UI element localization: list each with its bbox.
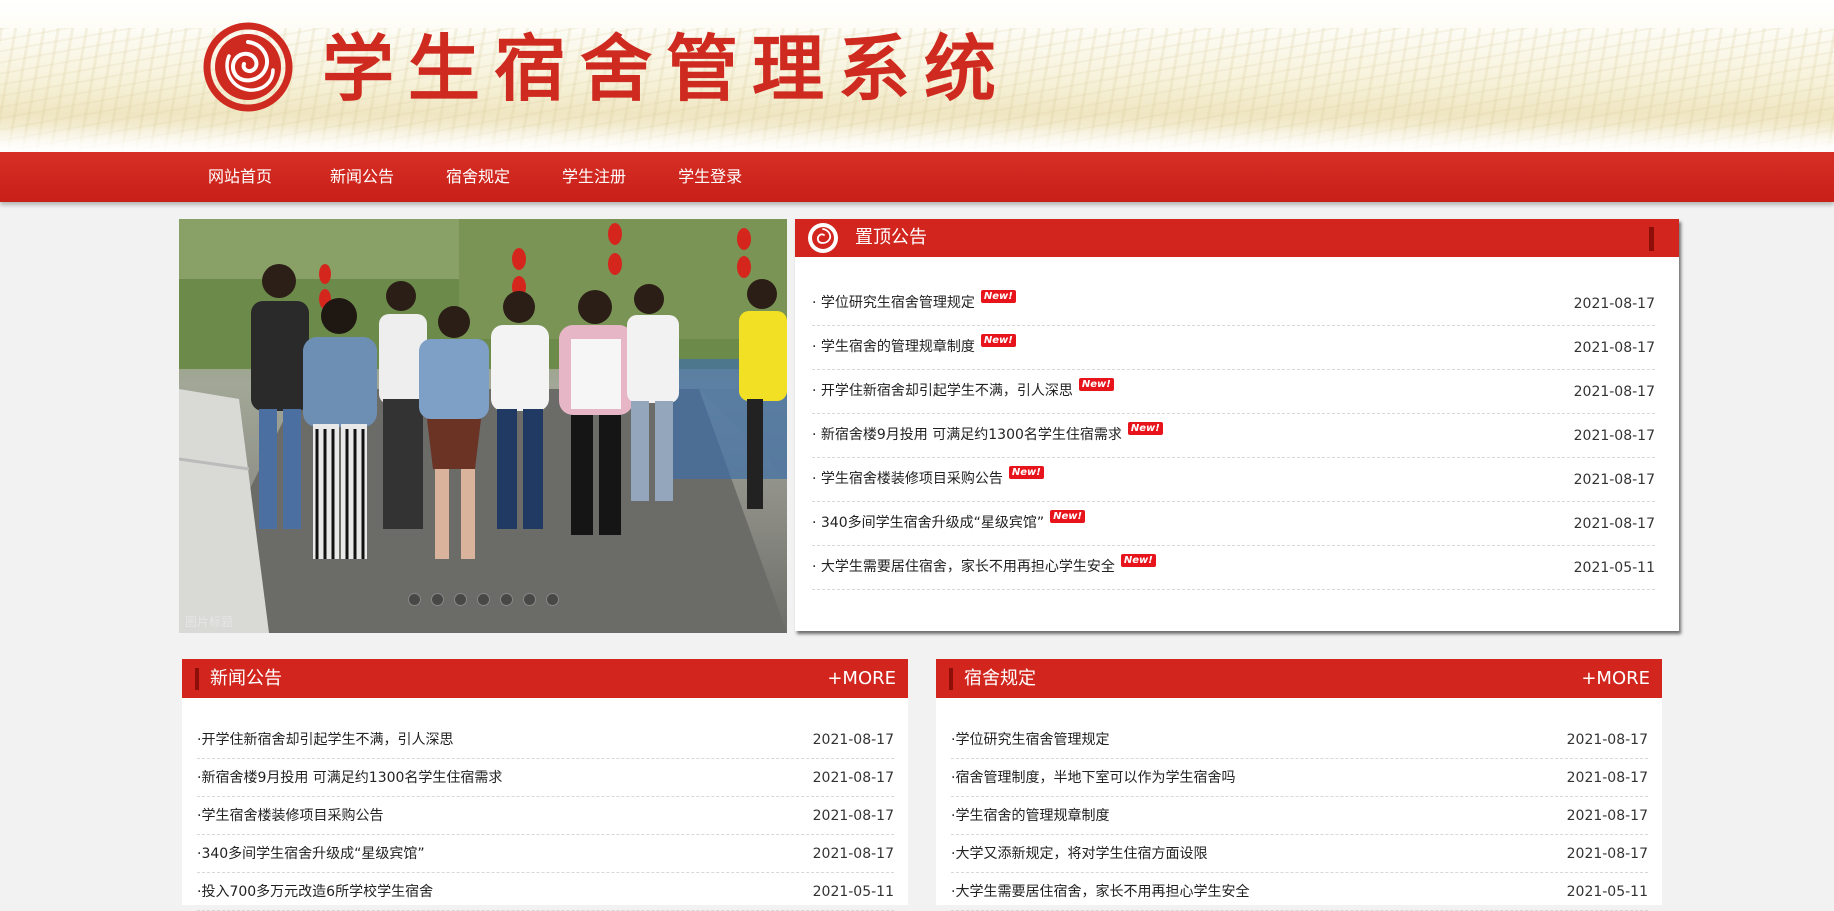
rules-title: 宿舍规定	[964, 668, 1036, 689]
new-badge: New!	[1120, 554, 1156, 567]
pinned-header: 置顶公告	[795, 219, 1679, 257]
news-header: 新闻公告 +MORE	[182, 659, 908, 698]
news-date: 2021-08-17	[812, 846, 894, 862]
notice-date: 2021-05-11	[1573, 560, 1655, 576]
list-item: ·宿舍管理制度，半地下室可以作为学生宿舍吗 2021-08-17	[951, 759, 1648, 797]
carousel-dot[interactable]	[546, 593, 559, 606]
notice-date: 2021-08-17	[1573, 384, 1655, 400]
carousel-dot[interactable]	[477, 593, 490, 606]
pinned-list: · 学位研究生宿舍管理规定 New! 2021-08-17 · 学生宿舍的管理规章…	[812, 282, 1655, 590]
news-link[interactable]: ·学生宿舍楼装修项目采购公告	[197, 806, 383, 826]
rules-list: ·学位研究生宿舍管理规定 2021-08-17 ·宿舍管理制度，半地下室可以作为…	[951, 721, 1648, 911]
rule-link[interactable]: ·大学生需要居住宿舍，家长不用再担心学生安全	[951, 882, 1249, 902]
list-item: ·340多间学生宿舍升级成“星级宾馆” 2021-08-17	[197, 835, 894, 873]
notice-date: 2021-08-17	[1573, 472, 1655, 488]
list-item: ·学生宿舍的管理规章制度 2021-08-17	[951, 797, 1648, 835]
news-link[interactable]: ·开学住新宿舍却引起学生不满，引人深思	[197, 730, 453, 750]
nav-login[interactable]: 学生登录	[652, 152, 768, 202]
carousel-dot[interactable]	[431, 593, 444, 606]
notice-link[interactable]: · 新宿舍楼9月投用 可满足约1300名学生住宿需求 New!	[812, 422, 1163, 445]
notice-date: 2021-08-17	[1573, 296, 1655, 312]
carousel-dots	[408, 593, 559, 606]
rule-date: 2021-08-17	[1566, 732, 1648, 748]
rules-header: 宿舍规定 +MORE	[936, 659, 1662, 698]
carousel-dot[interactable]	[523, 593, 536, 606]
notice-link[interactable]: · 学生宿舍楼装修项目采购公告 New!	[812, 466, 1044, 489]
news-title: 新闻公告	[210, 668, 282, 689]
pinned-notices-panel: 置顶公告 · 学位研究生宿舍管理规定 New! 2021-08-17 · 学生宿舍…	[795, 219, 1679, 631]
carousel-dot[interactable]	[454, 593, 467, 606]
new-badge: New!	[1008, 466, 1044, 479]
list-item: · 开学住新宿舍却引起学生不满，引人深思 New! 2021-08-17	[812, 370, 1655, 414]
nav-home[interactable]: 网站首页	[182, 152, 298, 202]
rule-date: 2021-08-17	[1566, 770, 1648, 786]
news-link[interactable]: ·投入700多万元改造6所学校学生宿舍	[197, 882, 433, 902]
rule-link[interactable]: ·宿舍管理制度，半地下室可以作为学生宿舍吗	[951, 768, 1235, 788]
news-link[interactable]: ·新宿舍楼9月投用 可满足约1300名学生住宿需求	[197, 768, 502, 788]
rule-date: 2021-05-11	[1566, 884, 1648, 900]
news-date: 2021-08-17	[812, 732, 894, 748]
pinned-title: 置顶公告	[855, 227, 927, 248]
list-item: ·新宿舍楼9月投用 可满足约1300名学生住宿需求 2021-08-17	[197, 759, 894, 797]
news-date: 2021-08-17	[812, 770, 894, 786]
rule-date: 2021-08-17	[1566, 846, 1648, 862]
list-item: · 学生宿舍的管理规章制度 New! 2021-08-17	[812, 326, 1655, 370]
news-date: 2021-08-17	[812, 808, 894, 824]
header-accent-bar	[1649, 227, 1654, 251]
list-item: ·学位研究生宿舍管理规定 2021-08-17	[951, 721, 1648, 759]
nav-register[interactable]: 学生注册	[536, 152, 652, 202]
notice-date: 2021-08-17	[1573, 516, 1655, 532]
carousel-caption: 图片标题	[185, 615, 234, 629]
list-item: · 学位研究生宿舍管理规定 New! 2021-08-17	[812, 282, 1655, 326]
news-list: ·开学住新宿舍却引起学生不满，引人深思 2021-08-17 ·新宿舍楼9月投用…	[197, 721, 894, 911]
new-badge: New!	[1078, 378, 1114, 391]
header-accent-bar	[949, 668, 953, 690]
carousel-photo	[179, 219, 787, 633]
news-link[interactable]: ·340多间学生宿舍升级成“星级宾馆”	[197, 844, 425, 864]
list-item: · 学生宿舍楼装修项目采购公告 New! 2021-08-17	[812, 458, 1655, 502]
list-item: ·开学住新宿舍却引起学生不满，引人深思 2021-08-17	[197, 721, 894, 759]
rule-link[interactable]: ·学位研究生宿舍管理规定	[951, 730, 1109, 750]
list-item: ·投入700多万元改造6所学校学生宿舍 2021-05-11	[197, 873, 894, 911]
nav-news[interactable]: 新闻公告	[304, 152, 420, 202]
new-badge: New!	[980, 290, 1016, 303]
notice-date: 2021-08-17	[1573, 428, 1655, 444]
notice-date: 2021-08-17	[1573, 340, 1655, 356]
notice-link[interactable]: · 学生宿舍的管理规章制度 New!	[812, 334, 1016, 357]
rule-link[interactable]: ·学生宿舍的管理规章制度	[951, 806, 1109, 826]
main-nav: 网站首页 新闻公告 宿舍规定 学生注册 学生登录	[0, 152, 1834, 202]
list-item: · 340多间学生宿舍升级成“星级宾馆” New! 2021-08-17	[812, 502, 1655, 546]
nav-rules[interactable]: 宿舍规定	[420, 152, 536, 202]
carousel-dot[interactable]	[500, 593, 513, 606]
rose-emblem-icon	[808, 223, 838, 253]
photo-carousel[interactable]: 图片标题	[179, 219, 787, 633]
rule-date: 2021-08-17	[1566, 808, 1648, 824]
news-more-link[interactable]: +MORE	[827, 659, 896, 698]
list-item: ·学生宿舍楼装修项目采购公告 2021-08-17	[197, 797, 894, 835]
new-badge: New!	[980, 334, 1016, 347]
notice-link[interactable]: · 学位研究生宿舍管理规定 New!	[812, 290, 1016, 313]
notice-link[interactable]: · 开学住新宿舍却引起学生不满，引人深思 New!	[812, 378, 1114, 401]
list-item: · 新宿舍楼9月投用 可满足约1300名学生住宿需求 New! 2021-08-1…	[812, 414, 1655, 458]
rules-section: 宿舍规定 +MORE ·学位研究生宿舍管理规定 2021-08-17 ·宿舍管理…	[936, 659, 1662, 911]
new-badge: New!	[1127, 422, 1163, 435]
header-accent-bar	[195, 668, 199, 690]
site-header: 学生宿舍管理系统	[0, 0, 1834, 152]
rule-link[interactable]: ·大学又添新规定，将对学生住宿方面设限	[951, 844, 1207, 864]
notice-link[interactable]: · 340多间学生宿舍升级成“星级宾馆” New!	[812, 510, 1086, 533]
list-item: ·大学又添新规定，将对学生住宿方面设限 2021-08-17	[951, 835, 1648, 873]
site-title: 学生宿舍管理系统	[322, 26, 1011, 111]
list-item: ·大学生需要居住宿舍，家长不用再担心学生安全 2021-05-11	[951, 873, 1648, 911]
carousel-dot[interactable]	[408, 593, 421, 606]
list-item: · 大学生需要居住宿舍，家长不用再担心学生安全 New! 2021-05-11	[812, 546, 1655, 590]
rose-emblem-icon[interactable]	[203, 22, 293, 112]
notice-link[interactable]: · 大学生需要居住宿舍，家长不用再担心学生安全 New!	[812, 554, 1156, 577]
news-section: 新闻公告 +MORE ·开学住新宿舍却引起学生不满，引人深思 2021-08-1…	[182, 659, 908, 911]
new-badge: New!	[1050, 510, 1086, 523]
rules-more-link[interactable]: +MORE	[1581, 659, 1650, 698]
news-date: 2021-05-11	[812, 884, 894, 900]
